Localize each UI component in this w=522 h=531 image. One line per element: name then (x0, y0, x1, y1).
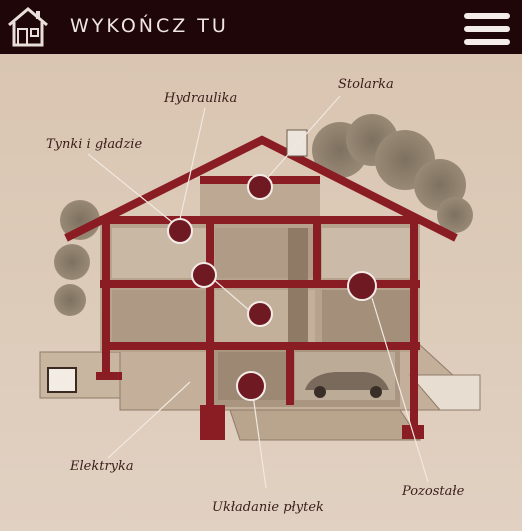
top-bar: WYKOŃCZ TU (0, 0, 522, 54)
hotspot-tynki[interactable] (191, 262, 217, 288)
hotspot-hydraulika[interactable] (167, 218, 193, 244)
hotspot-stolarka[interactable] (247, 174, 273, 200)
label-hydraulika[interactable]: Hydraulika (164, 91, 237, 106)
label-elektryka[interactable]: Elektryka (70, 459, 134, 474)
hotspot-pozostale[interactable] (347, 271, 377, 301)
brand-name[interactable]: WYKOŃCZ TU (70, 13, 229, 39)
label-pozostale[interactable]: Pozostałe (402, 484, 464, 499)
hotspot-plytki[interactable] (236, 371, 266, 401)
label-tynki[interactable]: Tynki i gładzie (46, 137, 142, 152)
label-stolarka[interactable]: Stolarka (338, 77, 394, 92)
hamburger-menu-icon[interactable] (464, 13, 510, 45)
house-logo-icon[interactable] (6, 5, 50, 49)
hotspot-elektryka[interactable] (247, 301, 273, 327)
label-plytki[interactable]: Układanie płytek (212, 500, 324, 515)
